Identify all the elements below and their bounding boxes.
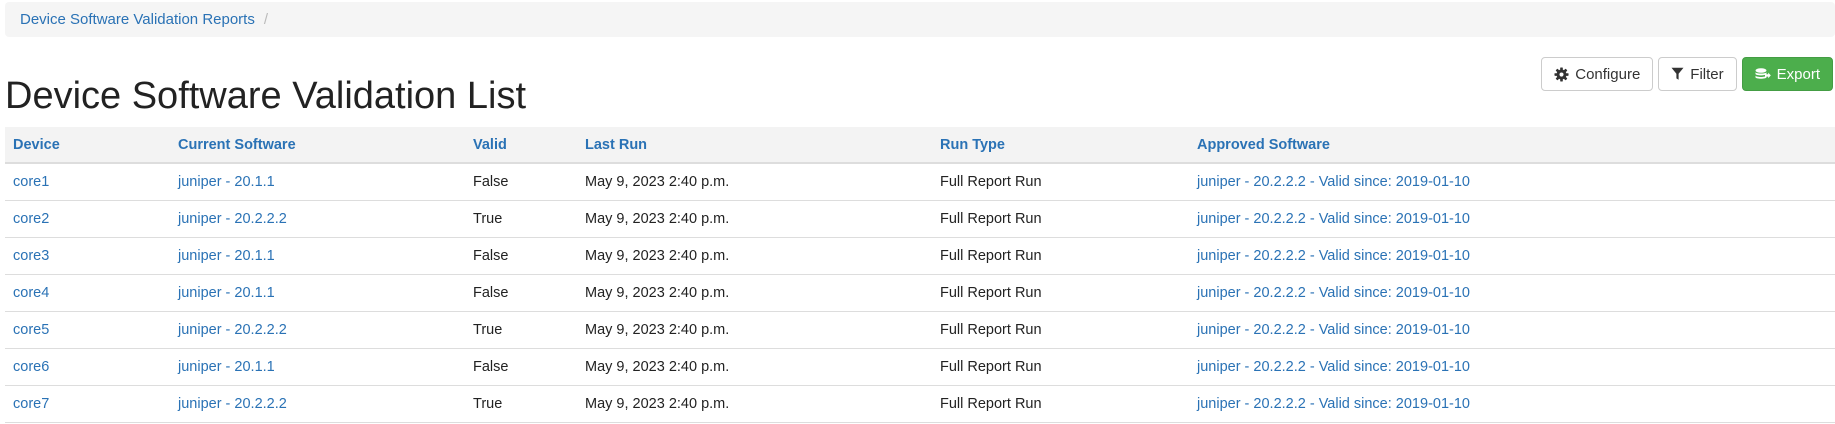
last-run-cell: May 9, 2023 2:40 p.m. xyxy=(577,163,932,201)
approved-software-link[interactable]: juniper - 20.2.2.2 - Valid since: 2019-0… xyxy=(1189,385,1835,423)
approved-software-link[interactable]: juniper - 20.2.2.2 - Valid since: 2019-0… xyxy=(1189,274,1835,312)
export-icon xyxy=(1755,67,1771,82)
approved-software-link[interactable]: juniper - 20.2.2.2 - Valid since: 2019-0… xyxy=(1189,237,1835,275)
device-link[interactable]: core1 xyxy=(5,163,170,201)
run-type-cell: Full Report Run xyxy=(932,237,1189,275)
valid-cell: True xyxy=(465,200,577,238)
breadcrumb: Device Software Validation Reports / xyxy=(5,2,1835,37)
valid-cell: False xyxy=(465,163,577,201)
export-button-label: Export xyxy=(1776,65,1820,83)
device-link[interactable]: core5 xyxy=(5,311,170,349)
table-row: core7 juniper - 20.2.2.2 True May 9, 202… xyxy=(5,385,1835,423)
device-link[interactable]: core4 xyxy=(5,274,170,312)
last-run-cell: May 9, 2023 2:40 p.m. xyxy=(577,200,932,238)
valid-cell: True xyxy=(465,311,577,349)
run-type-cell: Full Report Run xyxy=(932,163,1189,201)
table-row: core5 juniper - 20.2.2.2 True May 9, 202… xyxy=(5,311,1835,349)
run-type-cell: Full Report Run xyxy=(932,274,1189,312)
current-software-link[interactable]: juniper - 20.1.1 xyxy=(170,274,465,312)
column-header-run-type[interactable]: Run Type xyxy=(932,127,1189,164)
run-type-cell: Full Report Run xyxy=(932,348,1189,386)
approved-software-link[interactable]: juniper - 20.2.2.2 - Valid since: 2019-0… xyxy=(1189,311,1835,349)
last-run-cell: May 9, 2023 2:40 p.m. xyxy=(577,311,932,349)
gear-icon xyxy=(1554,66,1569,82)
table-row: core6 juniper - 20.1.1 False May 9, 2023… xyxy=(5,348,1835,386)
table-row: core4 juniper - 20.1.1 False May 9, 2023… xyxy=(5,274,1835,312)
filter-icon xyxy=(1671,67,1684,81)
last-run-cell: May 9, 2023 2:40 p.m. xyxy=(577,385,932,423)
approved-software-link[interactable]: juniper - 20.2.2.2 - Valid since: 2019-0… xyxy=(1189,163,1835,201)
configure-button[interactable]: Configure xyxy=(1541,57,1654,91)
approved-software-link[interactable]: juniper - 20.2.2.2 - Valid since: 2019-0… xyxy=(1189,348,1835,386)
filter-button-label: Filter xyxy=(1690,65,1724,83)
toolbar: Configure Filter Export xyxy=(1541,57,1833,91)
page: Device Software Validation Reports / Con… xyxy=(0,0,1835,424)
filter-button[interactable]: Filter xyxy=(1658,57,1737,91)
device-link[interactable]: core7 xyxy=(5,385,170,423)
current-software-link[interactable]: juniper - 20.2.2.2 xyxy=(170,200,465,238)
last-run-cell: May 9, 2023 2:40 p.m. xyxy=(577,274,932,312)
validation-table: Device Current Software Valid Last Run R… xyxy=(5,127,1835,423)
column-header-device[interactable]: Device xyxy=(5,127,170,164)
valid-cell: False xyxy=(465,348,577,386)
column-header-current-software[interactable]: Current Software xyxy=(170,127,465,164)
export-button[interactable]: Export xyxy=(1741,57,1833,91)
current-software-link[interactable]: juniper - 20.1.1 xyxy=(170,237,465,275)
run-type-cell: Full Report Run xyxy=(932,200,1189,238)
valid-cell: True xyxy=(465,385,577,423)
breadcrumb-separator: / xyxy=(263,11,269,28)
table-header-row: Device Current Software Valid Last Run R… xyxy=(5,127,1835,164)
run-type-cell: Full Report Run xyxy=(932,385,1189,423)
device-link[interactable]: core6 xyxy=(5,348,170,386)
current-software-link[interactable]: juniper - 20.1.1 xyxy=(170,163,465,201)
approved-software-link[interactable]: juniper - 20.2.2.2 - Valid since: 2019-0… xyxy=(1189,200,1835,238)
page-title: Device Software Validation List xyxy=(5,75,526,117)
last-run-cell: May 9, 2023 2:40 p.m. xyxy=(577,348,932,386)
column-header-approved-software[interactable]: Approved Software xyxy=(1189,127,1835,164)
current-software-link[interactable]: juniper - 20.2.2.2 xyxy=(170,385,465,423)
breadcrumb-item-reports[interactable]: Device Software Validation Reports xyxy=(20,11,255,28)
table-row: core3 juniper - 20.1.1 False May 9, 2023… xyxy=(5,237,1835,275)
column-header-valid[interactable]: Valid xyxy=(465,127,577,164)
current-software-link[interactable]: juniper - 20.2.2.2 xyxy=(170,311,465,349)
table-row: core1 juniper - 20.1.1 False May 9, 2023… xyxy=(5,163,1835,201)
device-link[interactable]: core2 xyxy=(5,200,170,238)
device-link[interactable]: core3 xyxy=(5,237,170,275)
valid-cell: False xyxy=(465,274,577,312)
last-run-cell: May 9, 2023 2:40 p.m. xyxy=(577,237,932,275)
run-type-cell: Full Report Run xyxy=(932,311,1189,349)
valid-cell: False xyxy=(465,237,577,275)
configure-button-label: Configure xyxy=(1575,65,1641,83)
column-header-last-run[interactable]: Last Run xyxy=(577,127,932,164)
current-software-link[interactable]: juniper - 20.1.1 xyxy=(170,348,465,386)
table-row: core2 juniper - 20.2.2.2 True May 9, 202… xyxy=(5,200,1835,238)
